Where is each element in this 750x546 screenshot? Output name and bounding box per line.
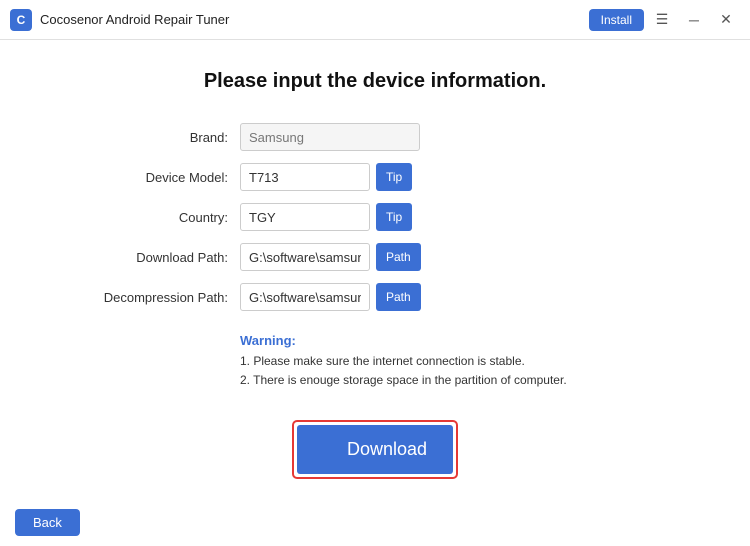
country-input[interactable]: [240, 203, 370, 231]
title-bar-right: Install ☰ ─ ✕: [589, 8, 740, 32]
decompression-path-label: Decompression Path:: [95, 290, 240, 305]
country-tip-button[interactable]: Tip: [376, 203, 412, 231]
download-path-row: Download Path: Path: [95, 243, 655, 271]
close-icon: ✕: [720, 11, 732, 28]
hamburger-icon: ☰: [656, 11, 669, 28]
title-bar-left: C Cocosenor Android Repair Tuner: [10, 9, 229, 31]
app-icon: C: [10, 9, 32, 31]
decompression-path-button[interactable]: Path: [376, 283, 421, 311]
install-button[interactable]: Install: [589, 9, 644, 31]
form-container: Brand: Device Model: Tip Country: Tip Do…: [95, 123, 655, 323]
brand-row: Brand:: [95, 123, 655, 151]
back-button[interactable]: Back: [15, 509, 80, 536]
decompression-path-row: Decompression Path: Path: [95, 283, 655, 311]
hamburger-button[interactable]: ☰: [648, 8, 676, 32]
title-bar: C Cocosenor Android Repair Tuner Install…: [0, 0, 750, 40]
warning-item-2: 2. There is enouge storage space in the …: [240, 371, 655, 390]
app-title: Cocosenor Android Repair Tuner: [40, 12, 229, 27]
minimize-icon: ─: [689, 12, 699, 28]
model-input[interactable]: [240, 163, 370, 191]
decompression-path-input[interactable]: [240, 283, 370, 311]
minimize-button[interactable]: ─: [680, 8, 708, 32]
brand-input[interactable]: [240, 123, 420, 151]
page-title: Please input the device information.: [204, 70, 546, 93]
download-path-input[interactable]: [240, 243, 370, 271]
warning-title: Warning:: [240, 333, 655, 348]
warning-item-1: 1. Please make sure the internet connect…: [240, 352, 655, 371]
download-section: Download: [292, 420, 458, 479]
model-row: Device Model: Tip: [95, 163, 655, 191]
brand-label: Brand:: [95, 130, 240, 145]
download-button-wrapper: Download: [292, 420, 458, 479]
download-path-button[interactable]: Path: [376, 243, 421, 271]
warning-section: Warning: 1. Please make sure the interne…: [95, 333, 655, 390]
download-button[interactable]: Download: [297, 425, 453, 474]
model-tip-button[interactable]: Tip: [376, 163, 412, 191]
main-content: Please input the device information. Bra…: [0, 40, 750, 499]
country-row: Country: Tip: [95, 203, 655, 231]
country-label: Country:: [95, 210, 240, 225]
download-path-label: Download Path:: [95, 250, 240, 265]
footer: Back: [0, 499, 750, 546]
close-button[interactable]: ✕: [712, 8, 740, 32]
model-label: Device Model:: [95, 170, 240, 185]
